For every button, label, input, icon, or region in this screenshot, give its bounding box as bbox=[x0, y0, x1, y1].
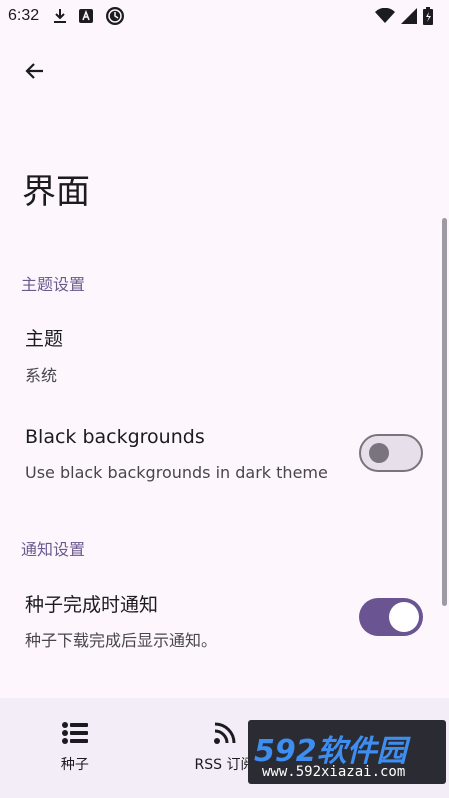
nav-item-torrents[interactable]: 种子 bbox=[0, 698, 150, 798]
status-time: 6:32 bbox=[8, 7, 40, 24]
pref-torrent-done-summary: 种子下载完成后显示通知。 bbox=[25, 631, 218, 650]
watermark-overlay: 592软件园 www.592xiazai.com bbox=[248, 720, 446, 784]
nav-label-torrents: 种子 bbox=[60, 757, 89, 773]
page-title: 界面 bbox=[22, 172, 90, 212]
status-system-icons bbox=[375, 7, 433, 25]
list-icon bbox=[61, 722, 88, 744]
a-box-icon bbox=[79, 9, 94, 23]
arrow-left-icon bbox=[23, 59, 47, 83]
battery-icon bbox=[423, 7, 433, 25]
section-header-theme: 主题设置 bbox=[21, 275, 86, 294]
scrollbar[interactable] bbox=[442, 218, 447, 606]
pref-black-backgrounds-title: Black backgrounds bbox=[25, 426, 205, 448]
status-bar: 6:32 bbox=[0, 0, 449, 32]
back-button[interactable] bbox=[18, 54, 52, 88]
status-notification-icons bbox=[53, 6, 125, 26]
clock-badge-icon bbox=[105, 6, 125, 26]
watermark-url: www.592xiazai.com bbox=[262, 764, 406, 780]
torrent-done-switch[interactable] bbox=[359, 598, 423, 636]
pref-black-backgrounds-summary: Use black backgrounds in dark theme bbox=[25, 463, 328, 482]
black-backgrounds-switch[interactable] bbox=[359, 434, 423, 472]
nav-label-rss: RSS 订阅 bbox=[194, 757, 255, 773]
wifi-icon bbox=[375, 8, 395, 24]
section-header-notify: 通知设置 bbox=[21, 540, 86, 559]
rss-icon bbox=[213, 722, 236, 744]
switch-thumb bbox=[369, 443, 389, 463]
pref-torrent-done-title: 种子完成时通知 bbox=[25, 594, 159, 616]
pref-theme[interactable]: 主题 系统 bbox=[0, 310, 440, 394]
download-icon bbox=[53, 8, 67, 24]
pref-theme-summary: 系统 bbox=[25, 366, 58, 385]
pref-theme-title: 主题 bbox=[25, 328, 64, 350]
switch-thumb bbox=[389, 602, 419, 632]
signal-icon bbox=[401, 8, 417, 24]
